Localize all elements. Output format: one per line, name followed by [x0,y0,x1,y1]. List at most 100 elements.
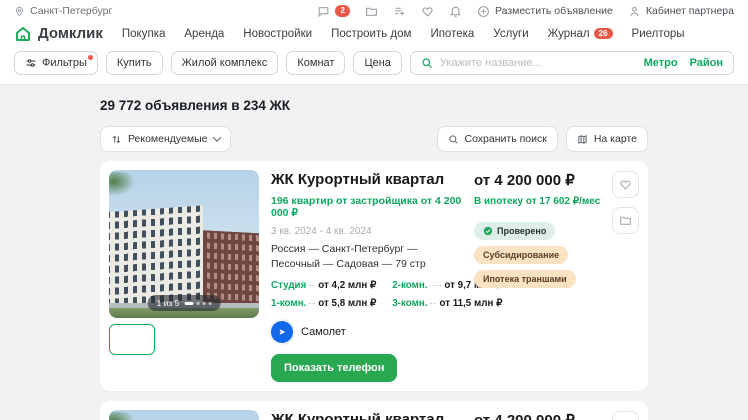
thumbnail-3[interactable] [211,324,257,355]
apartment-offer-1room[interactable]: 1-комн. от 5,8 млн ₽ [271,298,376,309]
completion-dates: 3 кв. 2024 - 4 кв. 2024 [271,226,372,237]
heart-icon [619,178,632,191]
tree-branch-decoration [109,172,135,196]
nav-item-services[interactable]: Услуги [493,28,528,40]
apartment-type: Студия [271,280,307,292]
save-search-label: Сохранить поиск [464,133,547,145]
apartment-price: от 5,8 млн ₽ [318,298,377,310]
listing-price: от 4 200 000 ₽ [474,172,575,189]
folder-icon [619,214,632,227]
dotted-leader [430,303,437,305]
apartment-type: 1-комн. [271,298,307,310]
filters-label: Фильтры [42,57,87,69]
apartment-type: 2-комн. [392,280,428,292]
apartment-type: 3-комн. [392,298,428,310]
dotted-leader [430,285,442,287]
listing-title[interactable]: ЖК Курортный квартал [271,411,462,420]
map-view-label: На карте [593,133,637,145]
sort-row: Рекомендуемые Сохранить поиск На карте [100,126,648,152]
save-search-icon [448,134,459,145]
bell-icon [449,5,462,18]
search-box[interactable]: Метро Район [409,51,734,75]
apartment-price: от 4,2 млн ₽ [318,280,377,292]
nav-item-buildhouse[interactable]: Построить дом [331,28,411,40]
filter-bar: Фильтры Купить Жилой комплекс Комнат Цен… [0,47,748,85]
main-nav: Домклик Покупка Аренда Новостройки Постр… [0,20,748,47]
check-circle-icon [483,226,493,236]
nav-item-journal[interactable]: Журнал 26 [548,28,613,40]
domklik-logo[interactable]: Домклик [14,25,103,43]
partner-cabinet-label: Кабинет партнера [645,5,734,17]
partner-cabinet-button[interactable]: Кабинет партнера [628,5,734,18]
list-plus-icon [393,5,406,18]
nav-item-buy[interactable]: Покупка [122,28,165,40]
search-icon [421,57,433,69]
filters-button[interactable]: Фильтры [14,51,98,75]
sliders-icon [25,57,37,69]
person-icon [628,5,641,18]
nav-item-mortgage[interactable]: Ипотека [430,28,474,40]
folder-icon [365,5,378,18]
utility-bar: Санкт-Петербург 2 Разместить объявление … [0,0,748,20]
photo-counter-overlay: 1 из 5 [147,295,221,311]
nav-item-journal-label: Журнал [547,27,590,40]
buy-filter-button[interactable]: Купить [105,51,163,75]
favorite-button[interactable] [612,171,639,198]
photo-thumbnails [109,324,259,355]
search-input[interactable] [439,57,637,69]
mortgage-offer[interactable]: В ипотеку от 17 602 ₽/мес [474,196,600,207]
listing-badges: Проверено Субсидирование Ипотека траншам… [474,222,600,288]
nav-item-newbuildings[interactable]: Новостройки [243,28,312,40]
add-to-collection-button[interactable] [612,207,639,234]
district-link[interactable]: Район [690,57,723,69]
dotted-leader [309,285,316,287]
city-selector[interactable]: Санкт-Петербург [14,5,112,17]
map-view-button[interactable]: На карте [565,126,648,152]
house-logo-icon [14,25,32,43]
rooms-filter-button[interactable]: Комнат [286,51,346,75]
apartment-offers: Студия от 4,2 млн ₽ 2-комн. от 9,7 млн ₽… [271,280,502,310]
post-ad-button[interactable]: Разместить объявление [477,5,613,18]
plus-circle-icon [477,5,490,18]
tranche-mortgage-badge: Ипотека траншами [474,270,576,288]
developer-row[interactable]: Самолет [271,321,462,344]
city-label[interactable]: Санкт-Петербург [30,5,112,17]
notifications-button[interactable] [449,5,462,18]
sort-dropdown[interactable]: Рекомендуемые [100,126,231,152]
nav-item-realtors[interactable]: Риелторы [632,28,685,40]
chat-icon [317,5,330,18]
favorites-button[interactable] [421,5,434,18]
listing-address: Россия — Санкт-Петербург — Песочный — Са… [271,243,426,270]
developer-logo-icon [271,321,293,344]
saved-searches-button[interactable] [393,5,406,18]
chevron-down-icon [212,133,221,142]
favorite-button[interactable] [612,411,639,420]
post-ad-label: Разместить объявление [494,5,613,17]
apartment-offer-studio[interactable]: Студия от 4,2 млн ₽ [271,280,376,291]
listing-title[interactable]: ЖК Курортный квартал [271,171,462,188]
chat-badge: 2 [335,5,350,17]
journal-badge: 26 [593,27,613,40]
save-search-button[interactable]: Сохранить поиск [436,126,558,152]
dotted-leader [309,303,316,305]
location-pin-icon [14,6,25,17]
metro-link[interactable]: Метро [644,57,678,69]
listing-photo[interactable]: 1 из 5 [109,410,259,420]
subsidy-badge: Субсидирование [474,246,569,264]
listing-price: от 4 200 000 ₽ [474,411,600,420]
filters-active-dot [87,55,93,60]
folders-button[interactable] [365,5,378,18]
nav-item-rent[interactable]: Аренда [184,28,224,40]
developer-name: Самолет [301,326,346,339]
listing-photo[interactable]: 1 из 5 [109,170,259,318]
thumbnail-1[interactable] [109,324,155,355]
show-phone-button[interactable]: Показать телефон [271,354,398,383]
sort-label: Рекомендуемые [128,133,208,145]
chat-button[interactable]: 2 [317,5,350,18]
price-filter-button[interactable]: Цена [353,51,402,75]
thumbnail-2[interactable] [160,324,206,355]
complex-filter-button[interactable]: Жилой комплекс [170,51,279,75]
content-area: 29 772 объявления в 234 ЖК Рекомендуемые… [0,85,748,420]
verified-badge-label: Проверено [497,226,547,236]
developer-offers-link[interactable]: 196 квартир от застройщика от 4 200 000 … [271,195,462,219]
